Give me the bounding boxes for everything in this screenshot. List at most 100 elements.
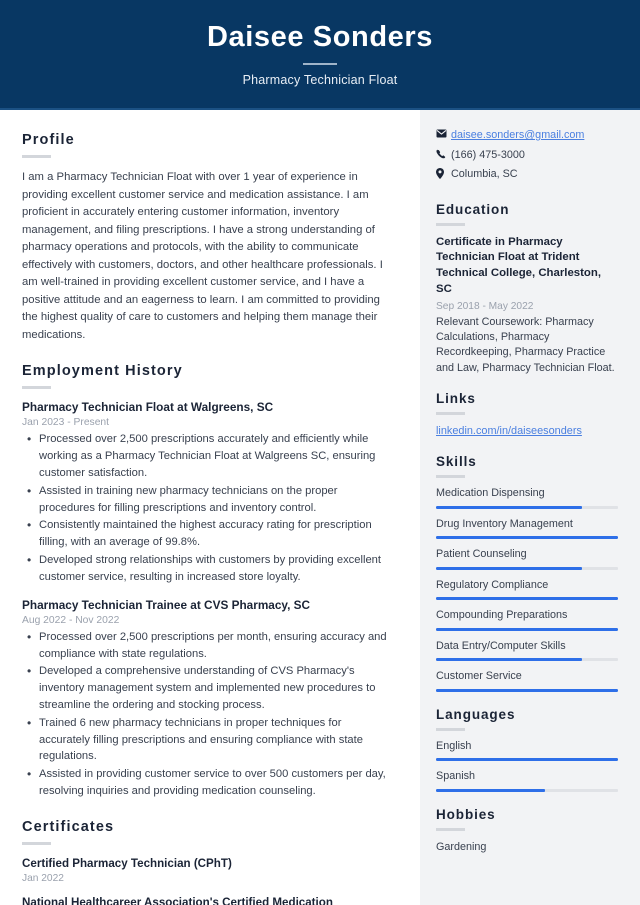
job-bullet: Developed a comprehensive understanding … (22, 662, 394, 713)
hobby-item: Gardening (436, 840, 487, 853)
linkedin-link-text[interactable]: linkedin.com/in/daiseesonders (436, 425, 582, 437)
skill-label: Drug Inventory Management (436, 517, 573, 530)
skill-label: Compounding Preparations (436, 609, 568, 622)
contact-email-text[interactable]: daisee.sonders@gmail.com (451, 128, 584, 143)
header-divider (303, 63, 337, 66)
contact-email-row[interactable]: daisee.sonders@gmail.com (436, 128, 618, 143)
skill-bar-track (436, 688, 618, 692)
contact-location-row: Columbia, SC (436, 167, 618, 182)
section-heading-employment: Employment History (22, 363, 183, 379)
section-languages: Languages English Spanish (436, 707, 618, 792)
language-bar-track (436, 758, 618, 762)
skill-bar-fill (436, 658, 582, 662)
contact-phone-text: (166) 475-3000 (451, 148, 525, 161)
section-rule (22, 386, 51, 389)
section-rule (436, 727, 465, 731)
job-bullet-list: Processed over 2,500 prescriptions accur… (22, 430, 394, 586)
education-title: Certificate in Pharmacy Technician Float… (436, 235, 601, 295)
language-label: English (436, 739, 472, 752)
envelope-icon (436, 128, 451, 138)
skill-item: Data Entry/Computer Skills (436, 639, 618, 662)
section-profile: Profile I am a Pharmacy Technician Float… (22, 132, 394, 344)
section-employment-history: Employment History Pharmacy Technician F… (22, 363, 394, 800)
candidate-name: Daisee Sonders (207, 20, 433, 53)
section-heading-links: Links (436, 390, 476, 406)
certificate-name: Certified Pharmacy Technician (CPhT) (22, 856, 232, 870)
skill-bar-fill (436, 536, 618, 540)
section-heading-education: Education (436, 201, 510, 217)
main-column: Profile I am a Pharmacy Technician Float… (0, 110, 420, 905)
skill-label: Medication Dispensing (436, 487, 545, 500)
skill-item: Customer Service (436, 670, 618, 692)
job-bullet: Developed strong relationships with cust… (22, 551, 394, 586)
section-rule (22, 155, 51, 158)
certificate-name: National Healthcareer Association's Cert… (22, 896, 333, 905)
map-pin-icon (436, 167, 451, 180)
section-heading-profile: Profile (22, 132, 75, 148)
profile-text: I am a Pharmacy Technician Float with ov… (22, 171, 383, 341)
link-item[interactable]: linkedin.com/in/daiseesonders (436, 424, 618, 439)
skill-bar-fill (436, 688, 618, 692)
job-bullet: Consistently maintained the highest accu… (22, 516, 394, 551)
candidate-job-title: Pharmacy Technician Float (242, 73, 398, 88)
skill-bar-fill (436, 597, 618, 601)
skill-label: Patient Counseling (436, 548, 527, 561)
language-bar-fill (436, 758, 618, 762)
contact-phone-row: (166) 475-3000 (436, 148, 618, 163)
section-certificates: Certificates Certified Pharmacy Technici… (22, 819, 394, 905)
section-heading-languages: Languages (436, 706, 516, 722)
section-rule (436, 475, 465, 479)
section-education: Education Certificate in Pharmacy Techni… (436, 202, 618, 376)
education-date: Sep 2018 - May 2022 (436, 300, 534, 312)
skill-bar-fill (436, 627, 618, 631)
section-rule (436, 222, 465, 226)
contact-location-text: Columbia, SC (451, 168, 518, 181)
skill-label: Data Entry/Computer Skills (436, 639, 566, 652)
job-bullet-list: Processed over 2,500 prescriptions per m… (22, 628, 394, 800)
skill-bar-track (436, 627, 618, 631)
skill-bar-track (436, 658, 618, 662)
job-bullet: Assisted in providing customer service t… (22, 765, 394, 800)
section-skills: Skills Medication Dispensing Drug Invent… (436, 454, 618, 692)
language-item: English (436, 739, 618, 762)
certificate-entry: National Healthcareer Association's Cert… (22, 895, 394, 905)
section-rule (436, 411, 465, 415)
job-entry: Pharmacy Technician Float at Walgreens, … (22, 400, 394, 586)
skill-item: Regulatory Compliance (436, 578, 618, 601)
job-bullet: Processed over 2,500 prescriptions per m… (22, 628, 394, 663)
skill-item: Medication Dispensing (436, 487, 618, 509)
certificate-date: Jan 2022 (22, 873, 64, 885)
job-title: Pharmacy Technician Float at Walgreens, … (22, 400, 274, 414)
section-heading-certificates: Certificates (22, 818, 115, 835)
skill-bar-fill (436, 566, 582, 570)
sidebar-column: daisee.sonders@gmail.com (166) 475-3000 (420, 110, 640, 905)
job-entry: Pharmacy Technician Trainee at CVS Pharm… (22, 598, 394, 800)
skill-label: Regulatory Compliance (436, 578, 549, 591)
job-date: Aug 2022 - Nov 2022 (22, 614, 120, 626)
job-title: Pharmacy Technician Trainee at CVS Pharm… (22, 597, 311, 612)
contact-list: daisee.sonders@gmail.com (166) 475-3000 (436, 128, 618, 182)
skill-bar-track (436, 597, 618, 601)
section-heading-hobbies: Hobbies (436, 806, 496, 822)
section-links: Links linkedin.com/in/daiseesonders (436, 391, 618, 439)
section-heading-skills: Skills (436, 454, 477, 470)
certificate-entry: Certified Pharmacy Technician (CPhT) Jan… (22, 856, 394, 885)
resume-document: Daisee Sonders Pharmacy Technician Float… (0, 0, 640, 905)
skill-item: Drug Inventory Management (436, 517, 618, 540)
resume-body: Profile I am a Pharmacy Technician Float… (0, 110, 640, 905)
job-bullet: Trained 6 new pharmacy technicians in pr… (22, 714, 394, 765)
language-bar-fill (436, 788, 546, 792)
section-rule (436, 827, 465, 831)
language-bar-track (436, 788, 618, 792)
job-bullet: Processed over 2,500 prescriptions accur… (22, 430, 394, 481)
skill-item: Compounding Preparations (436, 609, 618, 631)
skill-label: Customer Service (436, 670, 522, 683)
job-date: Jan 2023 - Present (22, 417, 110, 429)
skill-bar-track (436, 536, 618, 540)
resume-header: Daisee Sonders Pharmacy Technician Float (0, 0, 640, 110)
skill-bar-fill (436, 505, 582, 509)
job-bullet: Assisted in training new pharmacy techni… (22, 482, 394, 517)
language-label: Spanish (436, 770, 476, 783)
skill-bar-track (436, 505, 618, 509)
education-description: Relevant Coursework: Pharmacy Calculatio… (436, 315, 615, 374)
